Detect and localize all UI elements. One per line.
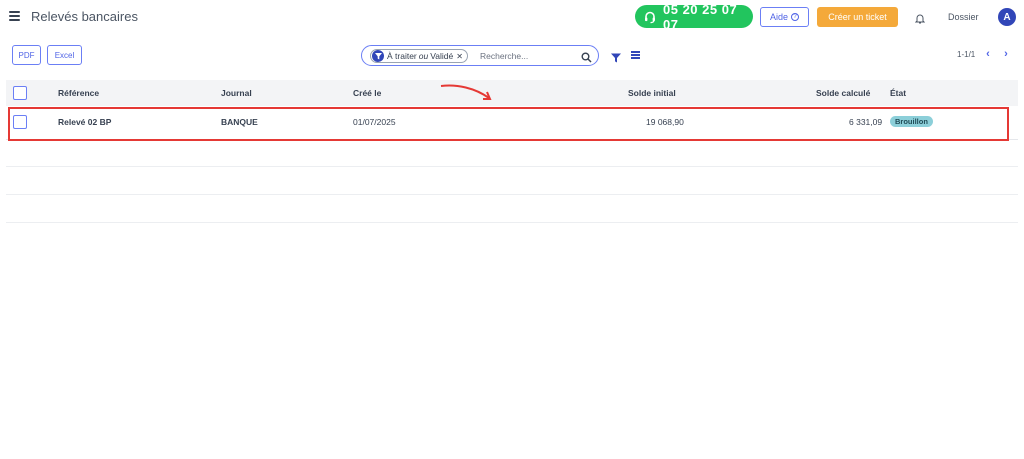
remove-filter-icon[interactable]: ✕ xyxy=(456,52,463,61)
pdf-export-button[interactable]: PDF xyxy=(12,45,41,65)
create-ticket-button[interactable]: Créer un ticket xyxy=(817,7,898,27)
filter-toggle-icon[interactable] xyxy=(611,50,621,63)
chevron-left-icon[interactable]: ‹ xyxy=(982,49,994,61)
column-header-reference[interactable]: Référence xyxy=(58,88,99,98)
cell-created: 01/07/2025 xyxy=(353,117,396,127)
top-bar: Relevés bancaires 05 20 25 07 07 Aide ? … xyxy=(0,0,1024,34)
table-row[interactable]: Relevé 02 BP BANQUE 01/07/2025 19 068,90… xyxy=(6,106,1018,140)
table-header: Référence Journal Créé le Solde initial … xyxy=(6,80,1018,106)
filter-icon xyxy=(372,50,384,62)
filter-value-a: À traiter xyxy=(387,51,417,61)
search-icon[interactable] xyxy=(581,50,592,63)
search-input[interactable] xyxy=(480,49,580,63)
column-header-solde-initial[interactable]: Solde initial xyxy=(628,88,676,98)
pagination-text: 1-1/1 xyxy=(957,50,976,59)
filter-value-b: Validé xyxy=(430,51,454,61)
cell-journal: BANQUE xyxy=(221,117,258,127)
filter-separator: ou xyxy=(418,51,429,61)
row-divider xyxy=(6,194,1018,195)
menu-icon[interactable] xyxy=(9,11,20,21)
cell-solde-calcule: 6 331,09 xyxy=(849,117,883,127)
cell-solde-initial: 19 068,90 xyxy=(646,117,684,127)
select-all-checkbox[interactable] xyxy=(13,86,27,100)
help-button[interactable]: Aide ? xyxy=(760,7,809,27)
search-bar[interactable]: À traiter ou Validé ✕ xyxy=(361,45,599,66)
row-divider xyxy=(6,222,1018,223)
dossier-menu[interactable]: Dossier xyxy=(948,12,979,22)
column-header-solde-calcule[interactable]: Solde calculé xyxy=(816,88,870,98)
row-checkbox[interactable] xyxy=(13,115,27,129)
row-divider xyxy=(6,166,1018,167)
chevron-right-icon[interactable]: › xyxy=(1000,49,1012,61)
help-icon: ? xyxy=(791,13,799,21)
help-label: Aide xyxy=(769,12,788,22)
page-title: Relevés bancaires xyxy=(31,9,138,24)
bell-icon[interactable] xyxy=(914,11,926,24)
column-header-etat[interactable]: État xyxy=(890,88,906,98)
list-view-icon[interactable] xyxy=(631,51,640,59)
filter-chip[interactable]: À traiter ou Validé ✕ xyxy=(370,49,468,63)
column-header-journal[interactable]: Journal xyxy=(221,88,252,98)
column-header-created[interactable]: Créé le xyxy=(353,88,381,98)
phone-number: 05 20 25 07 07 xyxy=(663,1,738,32)
avatar[interactable]: A xyxy=(998,8,1016,26)
headset-icon xyxy=(643,10,657,24)
cell-reference: Relevé 02 BP xyxy=(58,117,112,127)
excel-export-button[interactable]: Excel xyxy=(47,45,82,65)
status-badge: Brouillon xyxy=(890,116,933,127)
phone-button[interactable]: 05 20 25 07 07 xyxy=(635,2,753,32)
